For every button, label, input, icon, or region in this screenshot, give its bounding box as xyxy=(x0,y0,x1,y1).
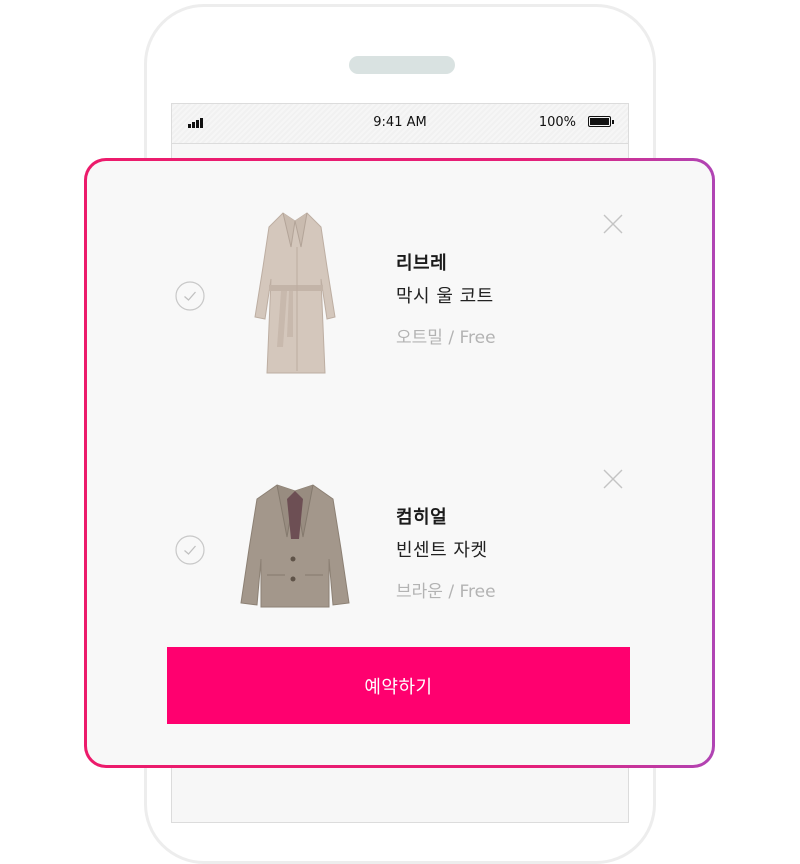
battery-icon xyxy=(588,116,614,127)
check-icon[interactable] xyxy=(175,535,205,565)
close-icon[interactable] xyxy=(602,468,624,490)
item-option: 오트밀 / Free xyxy=(396,328,496,348)
item-option: 브라운 / Free xyxy=(396,582,496,602)
cart-card-body: 리브레 막시 울 코트 오트밀 / Free 컴히얼 빈센트 자켓 브라운 / … xyxy=(87,161,712,765)
coat-image[interactable] xyxy=(247,207,343,379)
item-name: 빈센트 자켓 xyxy=(396,540,488,561)
jacket-image[interactable] xyxy=(237,479,353,611)
close-icon[interactable] xyxy=(602,213,624,235)
phone-speaker xyxy=(349,56,455,74)
item-brand: 리브레 xyxy=(396,253,448,274)
item-name: 막시 울 코트 xyxy=(396,286,494,307)
battery-percent: 100% xyxy=(538,115,576,130)
check-icon[interactable] xyxy=(175,281,205,311)
cart-card: 리브레 막시 울 코트 오트밀 / Free 컴히얼 빈센트 자켓 브라운 / … xyxy=(84,158,715,768)
status-bar: 9:41 AM 100% xyxy=(172,104,628,144)
item-brand: 컴히얼 xyxy=(396,507,448,528)
reserve-button[interactable]: 예약하기 xyxy=(167,647,630,724)
